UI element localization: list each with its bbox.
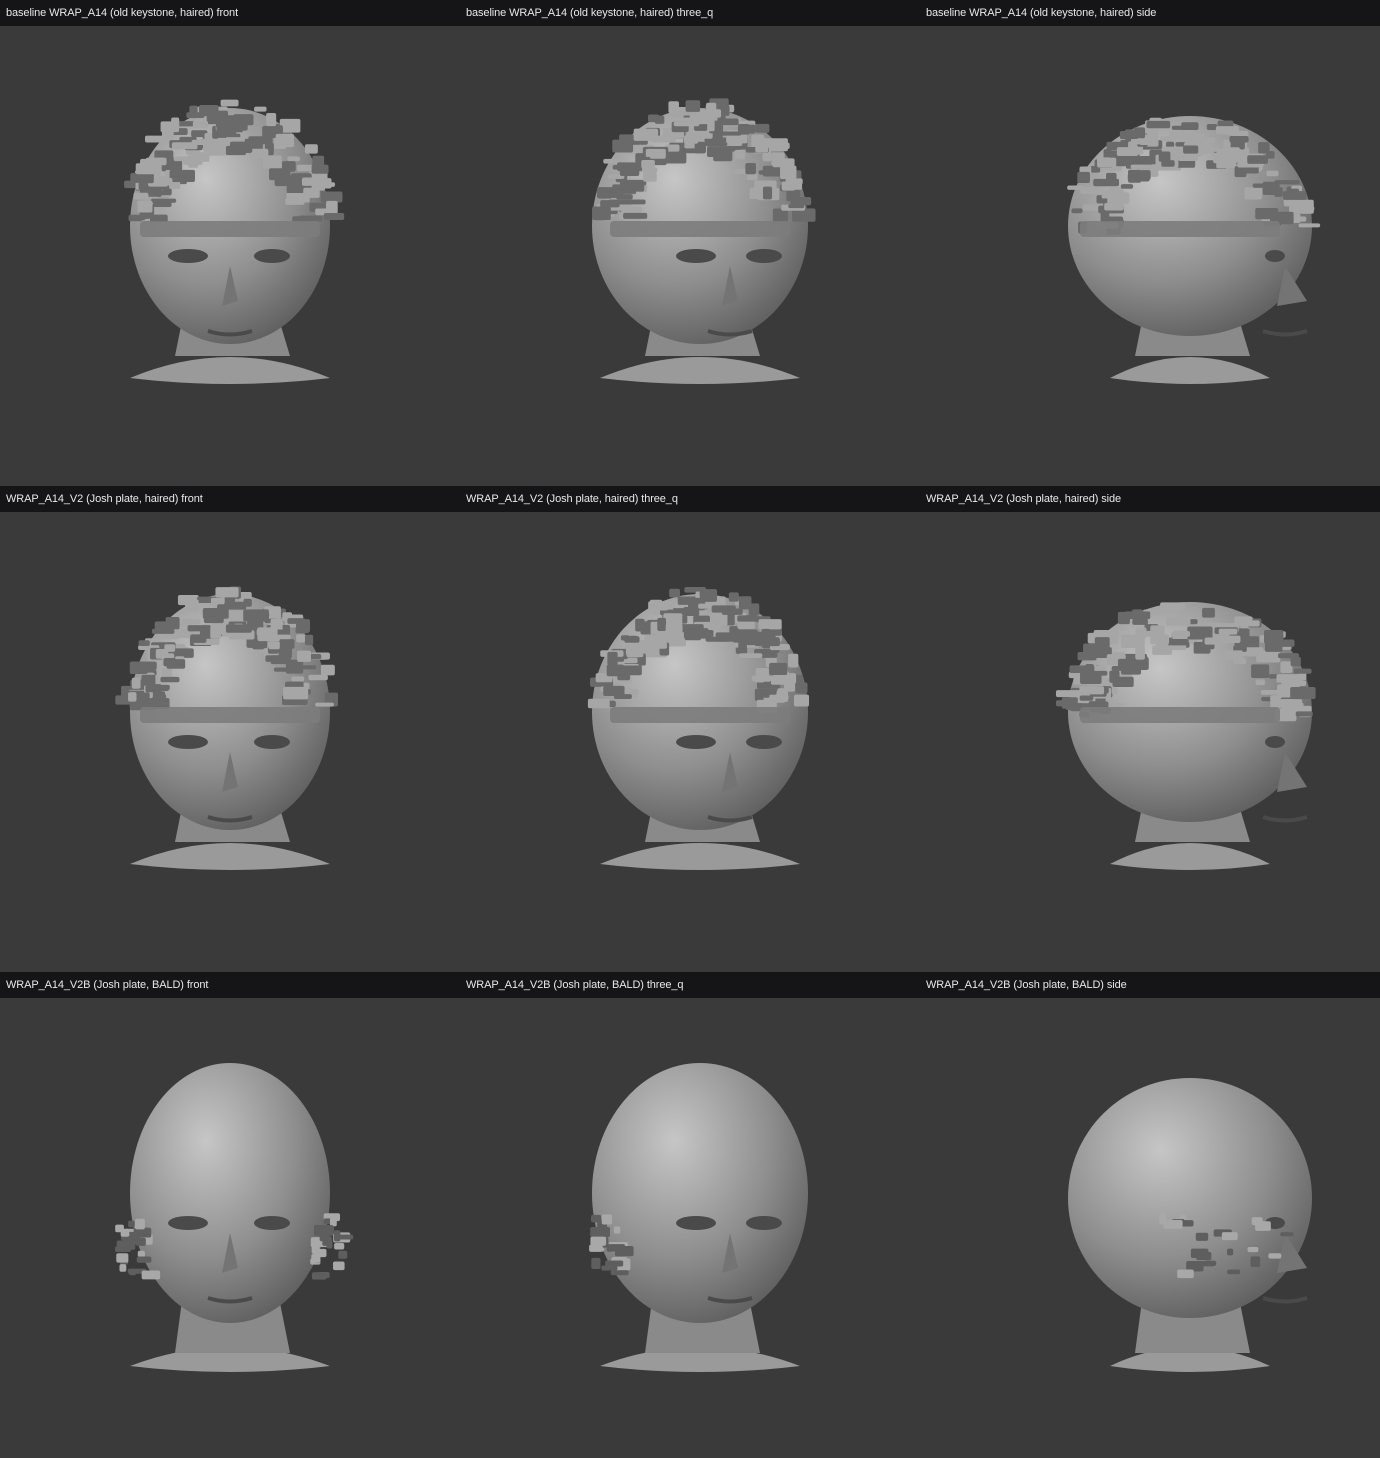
mouth	[1262, 329, 1308, 337]
render-cell: WRAP_A14_V2 (Josh plate, haired) three_q	[460, 486, 920, 972]
eye-right	[746, 735, 782, 749]
render-cell: baseline WRAP_A14 (old keystone, haired)…	[920, 0, 1380, 486]
render-viewport[interactable]	[920, 998, 1380, 1458]
head-render	[1067, 116, 1321, 384]
neck-base	[1110, 357, 1270, 384]
render-viewport[interactable]	[460, 998, 920, 1458]
eye-right	[746, 249, 782, 263]
head-render	[1068, 1078, 1312, 1372]
head-render	[124, 99, 345, 384]
eye-left	[676, 1216, 716, 1230]
hair-fringe	[140, 707, 320, 723]
view-title: WRAP_A14_V2B (Josh plate, BALD) three_q	[460, 972, 920, 998]
hair-fringe	[140, 221, 320, 237]
hair-fringe	[1080, 707, 1280, 723]
head-render	[592, 98, 816, 384]
head-mesh	[1068, 1078, 1312, 1318]
head-render	[115, 1063, 354, 1372]
render-cell: baseline WRAP_A14 (old keystone, haired)…	[0, 0, 460, 486]
eye-left	[168, 249, 208, 263]
render-viewport[interactable]	[460, 26, 920, 486]
render-viewport[interactable]	[920, 512, 1380, 972]
view-title: WRAP_A14_V2B (Josh plate, BALD) front	[0, 972, 460, 998]
hair-fringe	[610, 707, 790, 723]
head-mesh	[592, 1063, 808, 1323]
view-title: WRAP_A14_V2 (Josh plate, haired) front	[0, 486, 460, 512]
eye-right	[254, 735, 290, 749]
render-viewport[interactable]	[0, 26, 460, 486]
head-mesh	[130, 1063, 330, 1323]
view-title: WRAP_A14_V2 (Josh plate, haired) side	[920, 486, 1380, 512]
neck-base	[130, 843, 330, 870]
neck-base	[600, 357, 800, 384]
render-cell: baseline WRAP_A14 (old keystone, haired)…	[460, 0, 920, 486]
view-title: baseline WRAP_A14 (old keystone, haired)…	[460, 0, 920, 26]
hair-fringe	[610, 221, 790, 237]
eye-left	[168, 735, 208, 749]
view-title: baseline WRAP_A14 (old keystone, haired)…	[0, 0, 460, 26]
render-cell: WRAP_A14_V2B (Josh plate, BALD) three_q	[460, 972, 920, 1458]
mouth	[1262, 1296, 1308, 1304]
view-title: WRAP_A14_V2 (Josh plate, haired) three_q	[460, 486, 920, 512]
render-cell: WRAP_A14_V2 (Josh plate, haired) front	[0, 486, 460, 972]
eye	[1265, 250, 1285, 262]
eye-left	[676, 735, 716, 749]
render-viewport[interactable]	[0, 512, 460, 972]
eye-right	[254, 249, 290, 263]
mouth	[1262, 815, 1308, 823]
head-render	[589, 1063, 808, 1372]
view-title: baseline WRAP_A14 (old keystone, haired)…	[920, 0, 1380, 26]
view-title: WRAP_A14_V2B (Josh plate, BALD) side	[920, 972, 1380, 998]
render-viewport[interactable]	[920, 26, 1380, 486]
head-render	[115, 586, 338, 870]
eye-right	[254, 1216, 290, 1230]
head-render	[587, 587, 810, 870]
neck-base	[130, 357, 330, 384]
render-viewport[interactable]	[460, 512, 920, 972]
render-cell: WRAP_A14_V2B (Josh plate, BALD) side	[920, 972, 1380, 1458]
render-comparison-grid: baseline WRAP_A14 (old keystone, haired)…	[0, 0, 1380, 1458]
eye	[1265, 736, 1285, 748]
render-cell: WRAP_A14_V2 (Josh plate, haired) side	[920, 486, 1380, 972]
eye-left	[168, 1216, 208, 1230]
neck-base	[1110, 843, 1270, 870]
head-render	[1055, 602, 1316, 870]
hair-fringe	[1080, 221, 1280, 237]
neck-base	[600, 843, 800, 870]
render-viewport[interactable]	[0, 998, 460, 1458]
eye-left	[676, 249, 716, 263]
eye-right	[746, 1216, 782, 1230]
render-cell: WRAP_A14_V2B (Josh plate, BALD) front	[0, 972, 460, 1458]
